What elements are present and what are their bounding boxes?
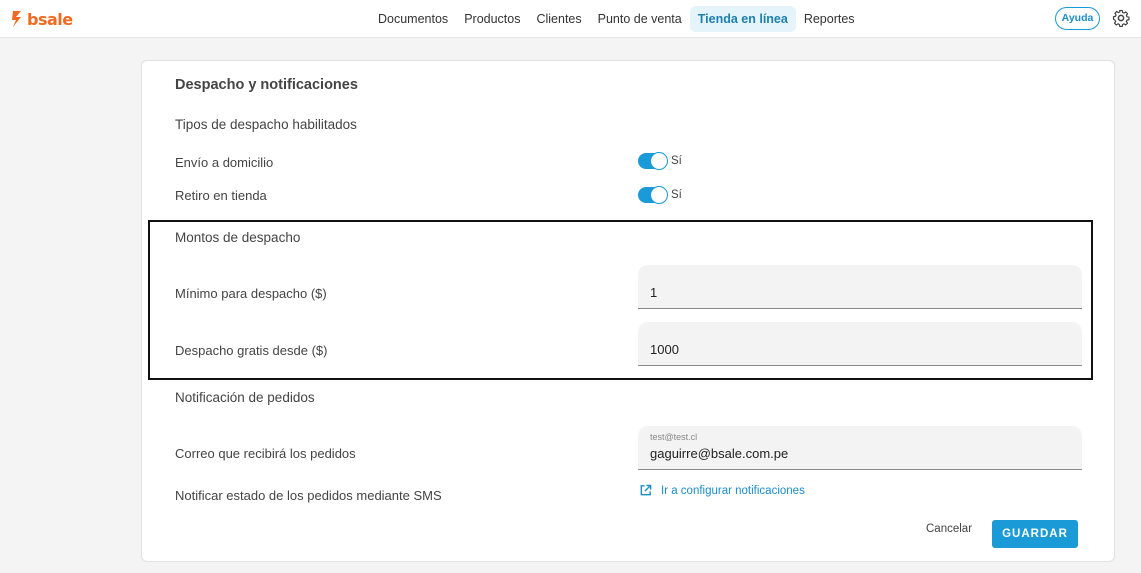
minimum-dispatch-input[interactable] xyxy=(650,285,1070,300)
nav-item-clientes[interactable]: Clientes xyxy=(528,6,589,32)
store-pickup-toggle[interactable] xyxy=(638,186,668,204)
help-button[interactable]: Ayuda xyxy=(1055,7,1100,30)
toggle-knob xyxy=(650,186,668,204)
email-field[interactable]: test@test.cl xyxy=(638,426,1082,470)
nav-item-reportes[interactable]: Reportes xyxy=(796,6,863,32)
home-delivery-toggle[interactable] xyxy=(638,152,668,170)
nav-item-documentos[interactable]: Documentos xyxy=(370,6,456,32)
minimum-dispatch-label: Mínimo para despacho ($) xyxy=(175,286,327,301)
home-delivery-state: Sí xyxy=(671,155,682,167)
notifications-heading: Notificación de pedidos xyxy=(175,390,315,405)
configure-notifications-link-text: Ir a configurar notificaciones xyxy=(661,484,805,497)
free-dispatch-input[interactable] xyxy=(650,342,1070,357)
top-navigation-bar: bsale Documentos Productos Clientes Punt… xyxy=(0,0,1141,38)
gear-icon[interactable] xyxy=(1112,9,1130,27)
email-field-placeholder: test@test.cl xyxy=(650,432,698,442)
save-button[interactable]: GUARDAR xyxy=(992,520,1078,548)
email-label: Correo que recibirá los pedidos xyxy=(175,446,356,461)
nav-item-tienda-en-linea[interactable]: Tienda en línea xyxy=(689,6,796,32)
nav-item-punto-de-venta[interactable]: Punto de venta xyxy=(590,6,690,32)
external-link-icon xyxy=(640,484,652,496)
sms-label: Notificar estado de los pedidos mediante… xyxy=(175,488,442,503)
free-dispatch-field[interactable] xyxy=(638,322,1082,366)
home-delivery-label: Envío a domicilio xyxy=(175,155,274,170)
dispatch-types-heading: Tipos de despacho habilitados xyxy=(175,117,357,132)
amounts-heading: Montos de despacho xyxy=(175,230,301,245)
email-input[interactable] xyxy=(650,446,1070,461)
store-pickup-label: Retiro en tienda xyxy=(175,188,267,203)
bsale-logo-icon xyxy=(12,11,21,27)
main-nav: Documentos Productos Clientes Punto de v… xyxy=(370,6,863,32)
toggle-knob xyxy=(650,152,668,170)
store-pickup-state: Sí xyxy=(671,189,682,201)
brand-name: bsale xyxy=(27,9,73,29)
card-title: Despacho y notificaciones xyxy=(175,77,358,93)
cancel-button[interactable]: Cancelar xyxy=(926,523,972,535)
free-dispatch-label: Despacho gratis desde ($) xyxy=(175,343,328,358)
bsale-logo[interactable]: bsale xyxy=(10,8,73,30)
configure-notifications-link[interactable]: Ir a configurar notificaciones xyxy=(639,484,805,497)
minimum-dispatch-field[interactable] xyxy=(638,265,1082,309)
nav-item-productos[interactable]: Productos xyxy=(456,6,528,32)
